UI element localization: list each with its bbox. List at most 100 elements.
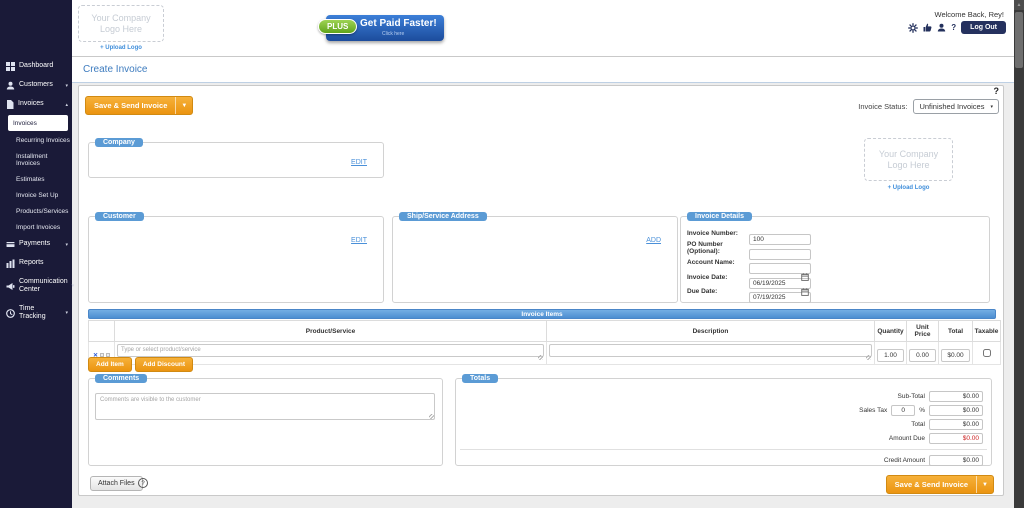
add-item-button[interactable]: Add Item <box>88 357 132 372</box>
company-edit-link[interactable]: EDIT <box>351 159 367 166</box>
invoice-date-label: Invoice Date: <box>687 274 749 281</box>
caret-down-icon[interactable]: ▼ <box>976 476 993 493</box>
save-send-invoice-button-bottom[interactable]: Save & Send Invoice ▼ <box>886 475 994 494</box>
user-icon[interactable] <box>937 23 946 32</box>
chevron-down-icon: ▾ <box>990 104 993 110</box>
sidebar-label-invoices: Invoices <box>18 100 44 108</box>
chevron-down-icon: ▾ <box>72 283 75 289</box>
sales-tax-row: Sales Tax % <box>456 405 983 416</box>
invoice-status-label: Invoice Status: <box>858 102 907 111</box>
logo-line1: Your Company <box>79 13 163 24</box>
submenu-item-import-invoices[interactable]: Import Invoices <box>0 219 72 235</box>
sidebar-label-dashboard: Dashboard <box>19 62 53 70</box>
chevron-up-icon: ▴ <box>65 102 68 108</box>
po-number-row: PO Number (Optional): <box>687 243 983 254</box>
page-title: Create Invoice <box>83 64 147 75</box>
header-actions: ? Log Out <box>908 21 1006 34</box>
save-send-invoice-button-top[interactable]: Save & Send Invoice ▼ <box>85 96 193 115</box>
submenu-item-invoice-set-up[interactable]: Invoice Set Up <box>0 187 72 203</box>
amount-due-label: Amount Due <box>889 435 925 442</box>
resize-handle-icon <box>429 414 434 419</box>
due-date-label: Due Date: <box>687 288 749 295</box>
save-send-label: Save & Send Invoice <box>86 97 175 114</box>
totals-section: Totals Sub-Total Sales Tax % Total A <box>455 374 992 466</box>
total-input <box>929 419 983 430</box>
invoice-number-label: Invoice Number: <box>687 230 749 237</box>
items-header-row: Product/Service Description Quantity Uni… <box>89 321 1001 342</box>
banner-text: Get Paid Faster! <box>360 18 437 29</box>
caret-down-icon[interactable]: ▼ <box>175 97 192 114</box>
sidebar-item-invoices[interactable]: Invoices ▴ <box>0 95 72 114</box>
sidebar-item-customers[interactable]: Customers ▾ <box>0 76 72 95</box>
percent-sign: % <box>919 407 925 414</box>
totals-divider <box>460 449 987 450</box>
amount-due-input <box>929 433 983 444</box>
sidebar-item-dashboard[interactable]: Dashboard <box>0 57 72 76</box>
thumbs-up-icon[interactable] <box>923 23 932 32</box>
quantity-cell <box>875 342 907 365</box>
product-service-input[interactable] <box>117 344 544 357</box>
due-date-input[interactable] <box>749 292 811 303</box>
gear-icon[interactable] <box>908 23 918 33</box>
dashboard-icon <box>6 62 15 71</box>
invoice-upload-logo-link[interactable]: + Upload Logo <box>864 185 953 191</box>
logo-line2: Logo Here <box>865 160 952 171</box>
logout-button[interactable]: Log Out <box>961 21 1006 34</box>
get-paid-faster-banner[interactable]: Get Paid Faster! Click here PLUS <box>318 14 444 42</box>
invoices-icon <box>6 100 14 109</box>
sidebar-item-reports[interactable]: Reports <box>0 254 72 273</box>
header-upload-logo-link[interactable]: + Upload Logo <box>78 45 164 51</box>
scrollbar-up-arrow-icon[interactable]: ▲ <box>1014 0 1024 10</box>
ship-add-link[interactable]: ADD <box>646 237 661 244</box>
banner-subtext: Click here <box>382 31 404 37</box>
scrollbar-thumb[interactable] <box>1015 12 1023 68</box>
panel-help-icon[interactable]: ? <box>994 86 1000 96</box>
credit-amount-label: Credit Amount <box>884 457 925 464</box>
chevron-down-icon: ▾ <box>65 242 68 248</box>
taxable-checkbox[interactable] <box>983 349 991 357</box>
unit-price-input[interactable] <box>909 349 936 362</box>
invoice-status-value: Unfinished Invoices <box>919 102 984 111</box>
sales-tax-rate-input[interactable] <box>891 405 915 416</box>
comments-section: Comments <box>88 374 443 466</box>
help-icon[interactable]: ? <box>951 23 956 32</box>
row-controls-header <box>89 321 115 342</box>
subtotal-label: Sub-Total <box>898 393 925 400</box>
description-input[interactable] <box>549 344 872 357</box>
total-header: Total <box>939 321 973 342</box>
invoice-status-select[interactable]: Unfinished Invoices ▾ <box>913 99 999 114</box>
amount-due-row: Amount Due <box>456 433 983 444</box>
submenu-item-invoices[interactable]: Invoices <box>8 115 68 131</box>
sales-tax-label: Sales Tax <box>859 407 887 414</box>
total-cell <box>939 342 973 365</box>
sidebar-item-communication-center[interactable]: Communication Center ▾ <box>0 273 72 300</box>
welcome-message: Welcome Back, Rey! <box>935 10 1004 19</box>
invoice-items-header-bar: Invoice Items <box>88 309 996 319</box>
attach-help-icon[interactable]: ? <box>138 478 148 488</box>
unit-price-header: Unit Price <box>907 321 939 342</box>
header-logo-placeholder[interactable]: Your Company Logo Here <box>78 5 164 42</box>
logo-line2: Logo Here <box>79 24 163 35</box>
customer-edit-link[interactable]: EDIT <box>351 237 367 244</box>
comments-input[interactable] <box>95 393 435 420</box>
sidebar-item-payments[interactable]: Payments ▾ <box>0 235 72 254</box>
quantity-input[interactable] <box>877 349 904 362</box>
account-name-label: Account Name: <box>687 259 749 266</box>
vertical-scrollbar[interactable]: ▲ <box>1014 0 1024 508</box>
sidebar-item-time-tracking[interactable]: Time Tracking ▾ <box>0 300 72 327</box>
comments-legend: Comments <box>95 374 147 383</box>
submenu-item-products-services[interactable]: Products/Services <box>0 203 72 219</box>
total-input[interactable] <box>941 349 970 362</box>
add-discount-button[interactable]: Add Discount <box>135 357 193 372</box>
submenu-item-installment-invoices[interactable]: Installment Invoices <box>0 148 72 171</box>
subtotal-input <box>929 391 983 402</box>
sidebar-label-time-tracking: Time Tracking <box>19 305 61 322</box>
top-header: Your Company Logo Here + Upload Logo Get… <box>72 0 1014 57</box>
add-buttons-row: Add Item Add Discount <box>88 357 193 372</box>
submenu-item-estimates[interactable]: Estimates <box>0 171 72 187</box>
invoice-logo-placeholder[interactable]: Your Company Logo Here <box>864 138 953 181</box>
attach-files-button[interactable]: Attach Files <box>90 476 143 491</box>
save-send-label: Save & Send Invoice <box>887 476 976 493</box>
invoice-number-row: Invoice Number: <box>687 228 983 239</box>
submenu-item-recurring-invoices[interactable]: Recurring Invoices <box>0 132 72 148</box>
